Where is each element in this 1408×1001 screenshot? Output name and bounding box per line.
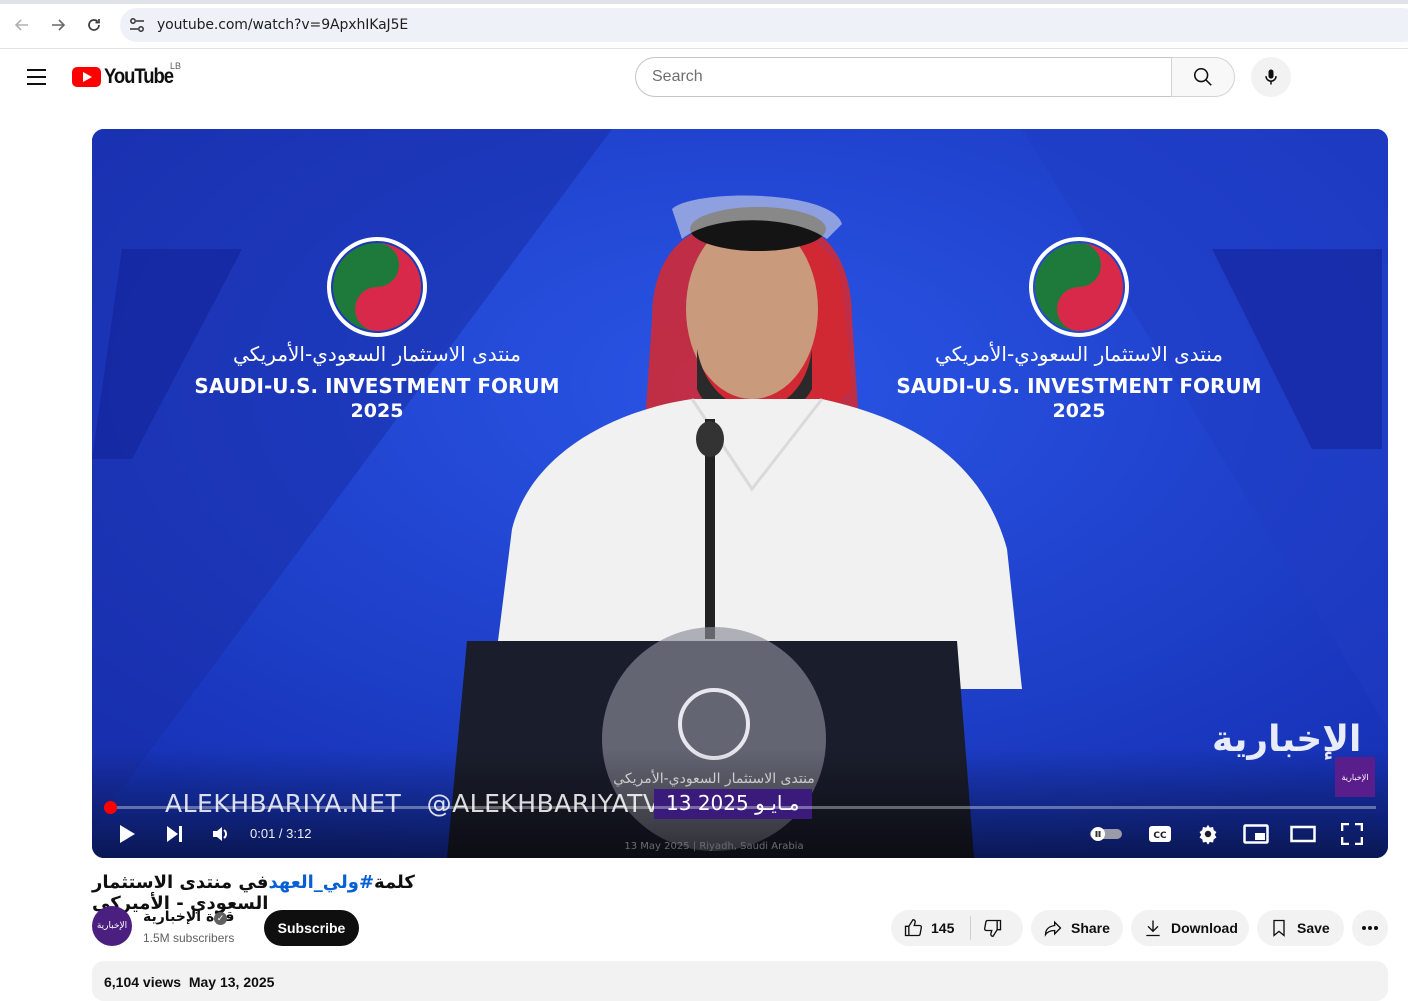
youtube-logo[interactable]: YouTube LB — [72, 61, 182, 89]
mute-button[interactable] — [206, 820, 236, 848]
logo-wordmark: YouTube — [104, 65, 174, 88]
reload-icon — [88, 19, 100, 31]
channel-avatar[interactable]: الإخبارية — [92, 906, 132, 946]
voice-search-button[interactable] — [1251, 57, 1291, 97]
view-count-and-date: 6,104 views May 13, 2025 — [104, 974, 275, 990]
youtube-masthead: YouTube LB — [0, 49, 1408, 105]
save-button[interactable]: Save — [1257, 910, 1344, 946]
svg-text:منتدى الاستثمار السعودي-الأمري: منتدى الاستثمار السعودي-الأمريكي — [935, 342, 1223, 367]
like-count: 145 — [931, 920, 955, 936]
menu-line — [26, 69, 46, 71]
search-input[interactable] — [635, 57, 1172, 97]
play-icon — [120, 825, 135, 843]
fullscreen-icon — [1341, 823, 1363, 845]
more-horizontal-icon — [1362, 926, 1378, 930]
region-code: LB — [170, 61, 182, 71]
video-title: كلمة#ولي_العهدفي منتدى الاستثمار السعودي… — [92, 872, 415, 914]
more-actions-button[interactable] — [1352, 910, 1388, 946]
bookmark-icon — [1273, 919, 1285, 937]
title-hashtag-link[interactable]: #ولي_العهد — [268, 872, 374, 893]
progress-bar[interactable] — [104, 801, 1376, 814]
search-button[interactable] — [1171, 57, 1235, 97]
fullscreen-button[interactable] — [1337, 820, 1367, 848]
svg-text:SAUDI-U.S. INVESTMENT FORUM: SAUDI-U.S. INVESTMENT FORUM — [194, 374, 559, 398]
browser-toolbar: youtube.com/watch?v=9ApxhIKaJ5E — [0, 0, 1408, 49]
autoplay-toggle[interactable] — [1088, 820, 1124, 848]
svg-text:SAUDI-U.S. INVESTMENT FORUM: SAUDI-U.S. INVESTMENT FORUM — [896, 374, 1261, 398]
guide-menu-button[interactable] — [20, 61, 52, 93]
scrubber-handle[interactable] — [104, 801, 117, 814]
reload-button[interactable] — [82, 13, 106, 37]
gear-icon — [1199, 824, 1217, 845]
download-label: Download — [1171, 920, 1238, 936]
share-icon — [1044, 920, 1062, 937]
subtitles-button[interactable]: CC — [1145, 820, 1175, 848]
subscribe-button[interactable]: Subscribe — [264, 910, 359, 946]
theater-mode-icon — [1290, 825, 1316, 843]
share-button[interactable]: Share — [1031, 910, 1123, 946]
forward-button[interactable] — [46, 13, 70, 37]
arrow-left-icon — [14, 19, 28, 31]
address-bar[interactable]: youtube.com/watch?v=9ApxhIKaJ5E — [120, 8, 1408, 42]
dislike-button[interactable] — [971, 910, 1023, 946]
svg-text:2025: 2025 — [1053, 400, 1106, 422]
browser-tab-strip — [0, 0, 1408, 4]
menu-line — [26, 83, 46, 85]
like-button[interactable]: 145 — [891, 910, 970, 946]
youtube-play-icon — [72, 67, 101, 87]
thumbs-down-icon — [984, 919, 1002, 938]
microphone-icon — [1265, 69, 1277, 85]
menu-line — [26, 76, 46, 78]
svg-text:2025: 2025 — [351, 400, 404, 422]
svg-text:منتدى الاستثمار السعودي-الأمري: منتدى الاستثمار السعودي-الأمريكي — [233, 342, 521, 367]
thumbs-up-icon — [904, 918, 922, 937]
channel-brand-chip: الإخبارية — [1335, 757, 1375, 797]
save-label: Save — [1297, 920, 1330, 936]
like-dislike-group: 145 — [891, 910, 1023, 946]
next-button[interactable] — [160, 820, 190, 848]
autoplay-toggle-icon — [1090, 827, 1122, 841]
miniplayer-icon — [1243, 824, 1269, 844]
volume-icon — [213, 827, 227, 841]
verified-badge-icon: ✓ — [214, 912, 227, 925]
svg-text:CC: CC — [1153, 831, 1167, 841]
url-text: youtube.com/watch?v=9ApxhIKaJ5E — [157, 17, 409, 33]
search-box — [635, 57, 1235, 97]
description-box[interactable]: 6,104 views May 13, 2025 — [92, 961, 1388, 1001]
closed-captions-icon: CC — [1149, 826, 1171, 842]
skip-next-icon — [167, 826, 182, 842]
miniplayer-button[interactable] — [1241, 820, 1271, 848]
time-display: 0:01 / 3:12 — [250, 826, 312, 841]
theater-mode-button[interactable] — [1288, 820, 1318, 848]
play-button[interactable] — [112, 820, 142, 848]
arrow-right-icon — [52, 19, 66, 31]
channel-brand-watermark: الإخبارية — [1212, 719, 1362, 760]
download-button[interactable]: Download — [1131, 910, 1249, 946]
search-icon — [1193, 67, 1212, 86]
back-button[interactable] — [10, 13, 34, 37]
subscriber-count: 1.5M subscribers — [143, 931, 235, 945]
share-label: Share — [1071, 920, 1110, 936]
site-settings-icon[interactable] — [128, 16, 146, 34]
settings-button[interactable] — [1193, 820, 1223, 848]
date-overlay: 13 مـايـو 2025 — [654, 789, 812, 819]
download-icon — [1146, 920, 1160, 937]
video-player[interactable]: منتدى الاستثمار السعودي-الأمريكي SAUDI-U… — [92, 129, 1388, 858]
watermark-text: ALEKHBARIYA.NET @ALEKHBARIYATV — [165, 789, 661, 818]
